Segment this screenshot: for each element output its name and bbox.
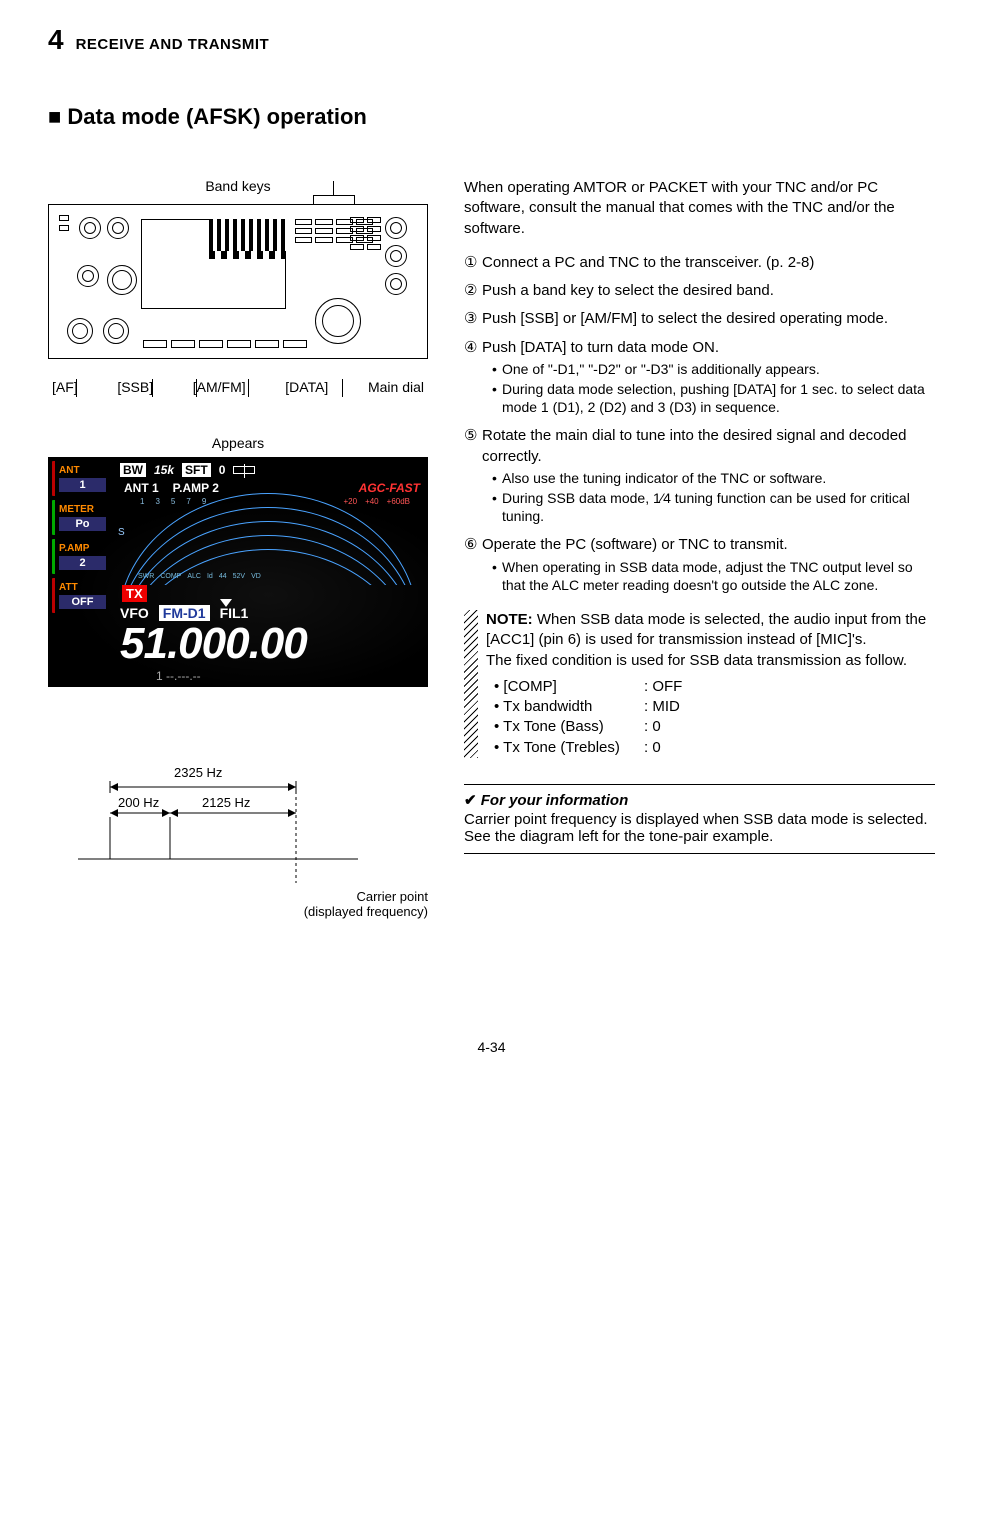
info-line-1: Carrier point frequency is displayed whe… [464, 811, 935, 828]
band-keys-label: Band keys [48, 178, 428, 194]
note-settings: [COMP]: OFF Tx bandwidth: MID Tx Tone (B… [486, 677, 935, 758]
key-pointers: [AF] [SSB] [AM/FM] [DATA] Main dial [48, 379, 428, 421]
chapter-title: RECEIVE AND TRANSMIT [76, 36, 270, 53]
chip-att: ATT OFF [52, 578, 110, 613]
tone-caption: Carrier point (displayed frequency) [78, 889, 428, 919]
label-data: [DATA] [285, 379, 328, 395]
step-4-sub-1: One of "-D1," "-D2" or "-D3" is addition… [492, 360, 935, 378]
lcd-display: ANT 1 METER Po P.AMP 2 ATT OFF BW 15 [48, 457, 428, 687]
note-block: NOTE: When SSB data mode is selected, th… [464, 610, 935, 758]
meter-misc: SWR COMP ALC Id 44 52V VD [138, 573, 261, 580]
left-column: Band keys [48, 178, 428, 919]
step-4-sub-2: During data mode selection, pushing [DAT… [492, 380, 935, 416]
label-ssb: [SSB] [117, 379, 153, 395]
sub-band-readout: 1 --.---.-- [156, 669, 201, 683]
step-3: ③ Push [SSB] or [AM/FM] to select the de… [464, 309, 935, 329]
right-column: When operating AMTOR or PACKET with your… [464, 178, 935, 919]
tone-shift: 200 Hz [118, 795, 159, 810]
tone-pair-diagram: 2325 Hz 200 Hz 2125 Hz Carrier point (di… [78, 767, 428, 919]
page-header: 4 RECEIVE AND TRANSMIT [48, 24, 935, 56]
page-number: 4-34 [48, 1039, 935, 1055]
step-6-sub-1: When operating in SSB data mode, adjust … [492, 558, 935, 594]
chapter-number: 4 [48, 24, 64, 56]
step-2: ② Push a band key to select the desired … [464, 281, 935, 301]
info-line-2: See the diagram left for the tone-pair e… [464, 828, 935, 845]
step-4: ④ Push [DATA] to turn data mode ON. One … [464, 338, 935, 419]
section-title: ■ Data mode (AFSK) operation [48, 104, 935, 130]
label-af: [AF] [52, 379, 78, 395]
s-label: S [118, 527, 125, 538]
intro-paragraph: When operating AMTOR or PACKET with your… [464, 178, 935, 239]
step-5: ⑤ Rotate the main dial to tune into the … [464, 426, 935, 527]
chip-ant: ANT 1 [52, 461, 110, 496]
info-block: For your information Carrier point frequ… [464, 784, 935, 854]
top-status: BW 15k SFT 0 [120, 463, 255, 477]
step-6: ⑥ Operate the PC (software) or TNC to tr… [464, 535, 935, 596]
step-5-sub-2: During SSB data mode, 1⁄4 tuning functio… [492, 489, 935, 525]
chip-pamp: P.AMP 2 [52, 539, 110, 574]
chip-meter: METER Po [52, 500, 110, 535]
appears-label: Appears [48, 435, 428, 451]
meter-arcs [118, 493, 418, 585]
note-body-2: The fixed condition is used for SSB data… [486, 652, 907, 669]
note-body-1: When SSB data mode is selected, the audi… [486, 611, 926, 648]
info-title: For your information [464, 791, 935, 809]
tx-badge: TX [122, 585, 147, 602]
tone-space: 2125 Hz [202, 795, 250, 810]
note-hatching-icon [464, 610, 478, 758]
note-label: NOTE: [486, 611, 533, 628]
frequency-readout: 51.000.00 [120, 619, 307, 669]
step-1: ① Connect a PC and TNC to the transceive… [464, 253, 935, 273]
step-5-sub-1: Also use the tuning indicator of the TNC… [492, 469, 935, 487]
label-amfm: [AM/FM] [193, 379, 246, 395]
procedure-steps: ① Connect a PC and TNC to the transceive… [464, 253, 935, 596]
tone-total: 2325 Hz [174, 765, 222, 780]
transceiver-diagram [48, 204, 428, 359]
label-main-dial: Main dial [368, 379, 424, 395]
